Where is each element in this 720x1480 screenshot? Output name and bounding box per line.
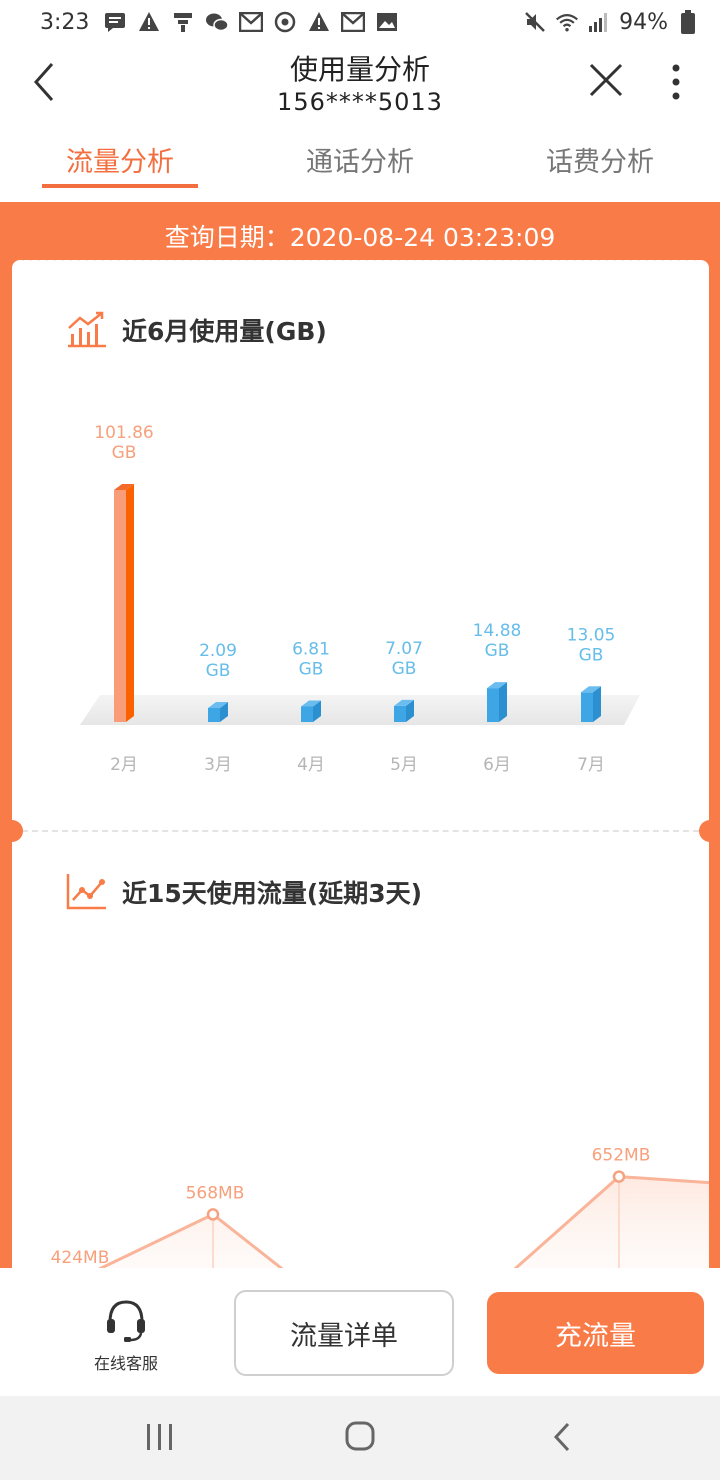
bar-value-label: 13.05 [567,625,616,645]
status-time: 3:23 [40,9,90,35]
usage-card: 近6月使用量(GB) 101.86 GB 2月 2.09 GB 3月 6.81 GB 4月 7.0… [12,260,709,1280]
month-tick-label: 2月 [110,755,138,775]
warning-icon [137,10,161,34]
more-menu-button[interactable] [664,62,688,102]
daily-value-label: 652MB [592,1146,651,1166]
daily-area-fill [78,1176,709,1268]
month-tick-label: 3月 [204,755,232,775]
section-divider [12,830,709,832]
more-vertical-icon [672,64,680,100]
bar-unit-label: GB [299,659,324,679]
close-icon [589,63,623,97]
back-nav-icon [553,1422,570,1452]
daily-value-label: 568MB [186,1183,245,1203]
status-bar: 3:23 94% [0,0,720,44]
bar-unit-label: GB [206,661,231,681]
message-icon [103,10,127,34]
right-notch [699,820,720,842]
signal-icon [587,10,611,34]
recent-apps-button[interactable] [140,1420,180,1456]
sync-icon [273,10,297,34]
left-notch [1,820,23,842]
battery-icon [676,10,700,34]
chart-floor [80,695,640,725]
recharge-data-button[interactable]: 充流量 [487,1292,704,1374]
bar-value-label: 2.09 [199,641,237,661]
wechat-icon [205,10,230,34]
bar-unit-label: GB [392,659,417,679]
warning-icon [307,10,331,34]
bar-chart-icon [68,311,106,348]
month-tick-label: 7月 [577,755,605,775]
month-bar [114,484,134,722]
month-bar [581,686,601,722]
daily-value-label: 424MB [51,1248,110,1268]
bar-unit-label: GB [112,443,137,463]
daily-usage-chart: 424MB568MB330MB386MB652MB [51,1146,709,1268]
tab-fee-analysis[interactable]: 话费分析 [500,140,700,179]
monthly-section-title: 近6月使用量(GB) [122,317,327,346]
line-chart-icon [66,874,106,910]
recent-apps-icon [147,1424,172,1450]
online-service-label: 在线客服 [93,1354,158,1373]
back-nav-button[interactable] [544,1420,584,1456]
headset-icon [107,1300,145,1342]
wifi-icon [555,10,579,34]
news-icon [171,10,195,34]
tab-data-analysis[interactable]: 流量分析 [20,140,220,179]
gmail-icon [341,10,366,34]
mute-icon [523,10,547,34]
battery-percent: 94% [619,9,668,35]
bar-value-label: 14.88 [473,621,522,641]
bar-value-label: 6.81 [292,639,330,659]
month-bar [487,682,507,722]
home-icon [345,1421,375,1451]
bar-value-label: 7.07 [385,639,423,659]
analysis-tabs: 流量分析 通话分析 话费分析 [0,136,720,192]
daily-point [206,1208,220,1221]
data-detail-button[interactable]: 流量详单 [234,1290,454,1376]
image-icon [375,10,399,34]
daily-section-header: 近15天使用流量(延期3天) [64,872,422,912]
daily-point [612,1170,626,1183]
month-tick-label: 6月 [483,755,511,775]
tab-call-analysis[interactable]: 通话分析 [260,140,460,179]
bar-unit-label: GB [485,641,510,661]
card-serrated-edge [12,258,709,264]
system-nav-bar [0,1396,720,1480]
query-date: 查询日期：2020-08-24 03:23:09 [164,223,556,252]
home-button[interactable] [340,1420,380,1456]
close-button[interactable] [586,60,626,100]
month-tick-label: 4月 [297,755,325,775]
online-service-button[interactable]: 在线客服 [76,1298,176,1374]
notification-icons [103,10,399,34]
bar-unit-label: GB [579,645,604,665]
bar-value-label: 101.86 [94,423,153,443]
active-tab-indicator [42,184,198,188]
monthly-usage-chart: 101.86GB2月2.09GB3月6.81GB4月7.07GB5月14.88G… [80,423,640,775]
monthly-section-header: 近6月使用量(GB) [64,310,327,350]
bottom-action-bar: 在线客服 流量详单 充流量 [0,1268,720,1396]
month-tick-label: 5月 [390,755,418,775]
gmail-icon [239,10,264,34]
daily-section-title: 近15天使用流量(延期3天) [122,879,423,908]
system-icons: 94% [523,10,700,35]
page-header: 使用量分析 156****5013 [0,44,720,124]
